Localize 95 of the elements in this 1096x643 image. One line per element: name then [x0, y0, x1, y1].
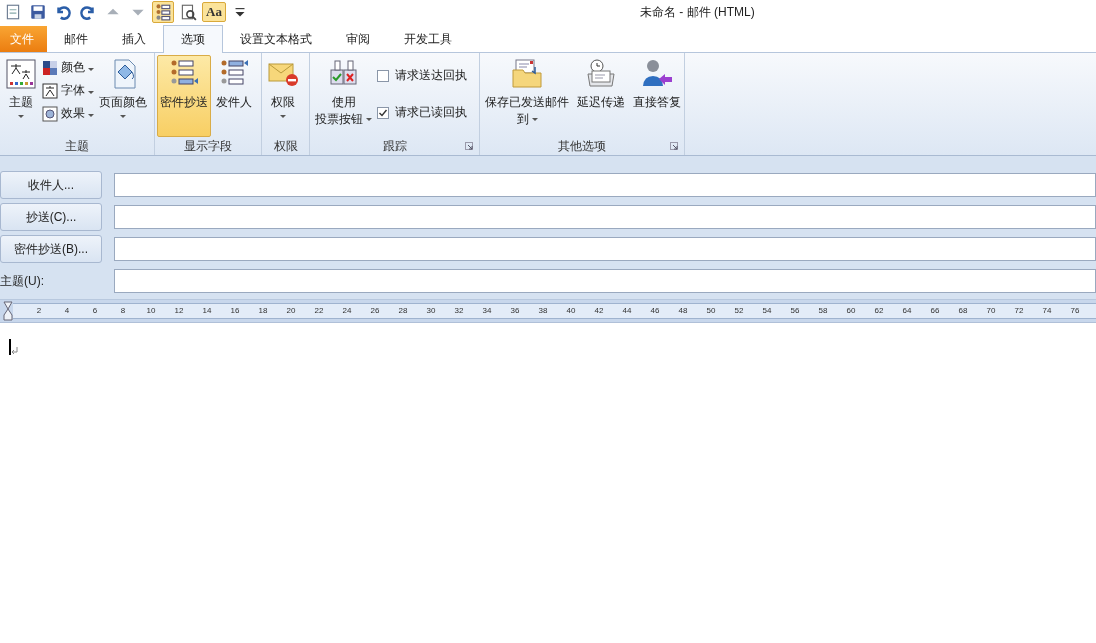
ruler-number: 68: [957, 305, 969, 317]
group-label: 跟踪: [382, 137, 407, 155]
input-field[interactable]: [114, 269, 1096, 293]
effects-icon: [42, 105, 58, 122]
ruler-number: 46: [649, 305, 661, 317]
color-swatch-icon: [42, 59, 58, 76]
group-label: 其他选项: [558, 137, 606, 155]
clock-envelope-icon: [585, 58, 617, 90]
ruler-number: 10: [145, 305, 157, 317]
ruler-number: 26: [369, 305, 381, 317]
caret-icon: [120, 115, 126, 119]
ribbon-button[interactable]: 主题: [2, 55, 40, 137]
checkbox[interactable]: [377, 106, 389, 119]
ruler-number: 74: [1041, 305, 1053, 317]
caret-icon: [88, 113, 94, 118]
field-label: 主题(U):: [0, 272, 44, 290]
list-icon[interactable]: [152, 1, 174, 23]
font-icon: [42, 82, 58, 99]
caret-icon: [531, 117, 538, 122]
theme-icon: [5, 58, 37, 90]
window-title: 未命名 - 邮件 (HTML): [640, 4, 755, 21]
ruler-number: 56: [789, 305, 801, 317]
input-field[interactable]: [114, 173, 1096, 197]
ruler-number: 76: [1069, 305, 1081, 317]
ruler-number: 14: [201, 305, 213, 317]
ruler-number: 20: [285, 305, 297, 317]
ruler-number: 8: [119, 305, 127, 317]
ribbon-button[interactable]: 发件人: [213, 55, 255, 137]
group-label: 权限: [273, 137, 298, 155]
group-label: 显示字段: [184, 137, 232, 155]
caret-icon: [366, 117, 372, 122]
ribbon-button[interactable]: 页面颜色: [96, 55, 150, 137]
checkbox[interactable]: [377, 69, 389, 82]
ruler-number: 28: [397, 305, 409, 317]
address-button[interactable]: 收件人...: [0, 171, 102, 199]
ribbon-tab[interactable]: 邮件: [47, 26, 105, 52]
ribbon-button[interactable]: 权限: [264, 55, 302, 137]
ribbon-button[interactable]: 密件抄送: [157, 55, 211, 137]
ruler-number: 50: [705, 305, 717, 317]
ruler-number: 32: [453, 305, 465, 317]
ruler-number: 64: [901, 305, 913, 317]
ruler-number: 54: [761, 305, 773, 317]
ruler-number: 72: [1013, 305, 1025, 317]
caret-icon: [88, 67, 94, 72]
ruler-number: 34: [481, 305, 493, 317]
ruler-number: 44: [621, 305, 633, 317]
dialog-launcher-icon[interactable]: [465, 142, 473, 150]
ruler-number: 60: [845, 305, 857, 317]
ruler-number: 22: [313, 305, 325, 317]
ribbon-tab[interactable]: 选项: [163, 25, 223, 53]
ruler-number: 58: [817, 305, 829, 317]
group-label: 主题: [65, 137, 89, 155]
input-field[interactable]: [114, 237, 1096, 261]
ruler-number: 24: [341, 305, 353, 317]
ribbon-button[interactable]: 使用 投票按钮: [312, 55, 375, 137]
ruler-number: 42: [593, 305, 605, 317]
ribbon-button[interactable]: 延迟传递: [574, 55, 628, 137]
folder-envelope-icon: [511, 58, 543, 90]
checkbox-option[interactable]: 请求已读回执: [377, 104, 467, 121]
ribbon-tab[interactable]: 插入: [105, 26, 163, 52]
ruler-number: 2: [35, 305, 43, 317]
address-button[interactable]: 密件抄送(B)...: [0, 235, 102, 263]
ruler-number: 62: [873, 305, 885, 317]
ribbon-tab[interactable]: 审阅: [329, 26, 387, 52]
address-button[interactable]: 抄送(C)...: [0, 203, 102, 231]
ruler-number: 4: [63, 305, 71, 317]
input-field[interactable]: [114, 205, 1096, 229]
indent-marker-icon[interactable]: [3, 301, 13, 321]
ruler-number: 16: [229, 305, 241, 317]
ruler-number: 48: [677, 305, 689, 317]
ruler-number: 12: [173, 305, 185, 317]
ruler-number: 38: [537, 305, 549, 317]
caret-icon: [88, 90, 94, 95]
ribbon-tab[interactable]: 设置文本格式: [223, 26, 329, 52]
font-size-button[interactable]: Aa: [202, 2, 226, 22]
caret-icon: [280, 115, 286, 119]
ruler-number: 6: [91, 305, 99, 317]
ribbon-menu-button[interactable]: 颜色: [42, 59, 94, 76]
ruler-number: 40: [565, 305, 577, 317]
paragraph-mark-icon: [11, 347, 19, 355]
ruler-number: 70: [985, 305, 997, 317]
checkbox-option[interactable]: 请求送达回执: [377, 67, 467, 84]
caret-icon: [18, 115, 24, 119]
ribbon-tab[interactable]: 开发工具: [387, 26, 469, 52]
ruler-number: 52: [733, 305, 745, 317]
text-cursor: [9, 339, 11, 355]
ribbon-button[interactable]: 保存已发送邮件 到: [482, 55, 572, 137]
ruler-number: 36: [509, 305, 521, 317]
ribbon-button[interactable]: 直接答复: [630, 55, 684, 137]
ruler-number: 66: [929, 305, 941, 317]
ruler-number: 18: [257, 305, 269, 317]
ruler-number: 30: [425, 305, 437, 317]
dialog-launcher-icon[interactable]: [670, 142, 678, 150]
ribbon-menu-button[interactable]: 字体: [42, 82, 94, 99]
ribbon-menu-button[interactable]: 效果: [42, 105, 94, 122]
